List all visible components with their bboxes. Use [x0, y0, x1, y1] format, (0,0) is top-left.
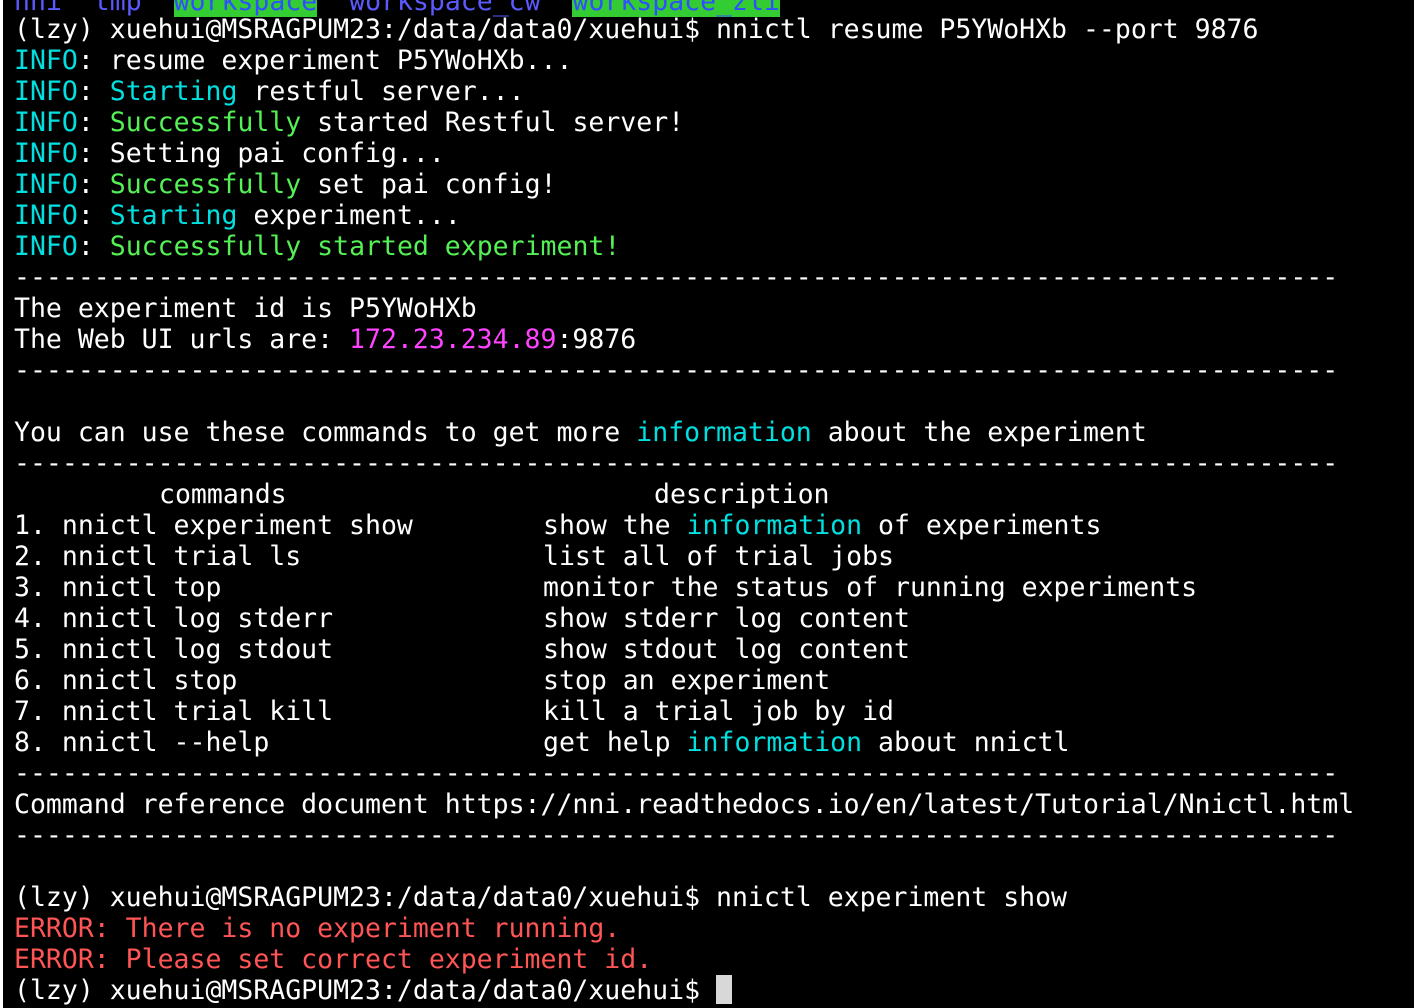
shell-prompt: (lzy) xuehui@MSRAGPUM23:/data/data0/xueh… — [14, 975, 701, 1006]
info-prefix: INFO — [14, 45, 78, 76]
log-line: INFO: Successfully started experiment! — [14, 231, 621, 262]
webui-label: The Web UI urls are: — [14, 324, 350, 355]
command-text: nnictl resume P5YWoHXb --port 9876 — [716, 14, 1259, 45]
shell-prompt: (lzy) xuehui@MSRAGPUM23:/data/data0/xueh… — [14, 14, 701, 45]
command-name: 3. nnictl top — [14, 572, 222, 603]
error-line: ERROR: Please set correct experiment id. — [14, 944, 653, 975]
usage-hint-line: You can use these commands to get more i… — [14, 417, 1147, 448]
header-description: description — [654, 479, 830, 510]
info-prefix: INFO — [14, 169, 78, 200]
info-prefix: INFO — [14, 231, 78, 262]
webui-port: :9876 — [556, 324, 637, 355]
command-name: 7. nnictl trial kill — [14, 696, 334, 727]
log-text: started Restful server! — [301, 107, 685, 138]
log-line: INFO: Starting restful server... — [14, 76, 525, 107]
command-row: 3. nnictl top monitor the status of runni… — [14, 572, 1198, 603]
command-row: 6. nnictl stop stop an experiment — [14, 665, 831, 696]
log-text: resume experiment P5YWoHXb... — [93, 45, 573, 76]
command-line-current[interactable]: (lzy) xuehui@MSRAGPUM23:/data/data0/xueh… — [14, 975, 733, 1006]
success-word: Successfully — [109, 169, 302, 200]
starting-word: Starting — [109, 200, 238, 231]
divider: ----------------------------------------… — [14, 758, 1339, 789]
log-line: INFO: Setting pai config... — [14, 138, 445, 169]
success-word: Successfully — [109, 107, 302, 138]
command-name: 6. nnictl stop — [14, 665, 238, 696]
log-text: Setting pai config... — [93, 138, 445, 169]
experiment-id-line: The experiment id is P5YWoHXb — [14, 293, 477, 324]
info-prefix: INFO — [14, 76, 78, 107]
divider: ----------------------------------------… — [14, 355, 1339, 386]
log-line: INFO: Successfully started Restful serve… — [14, 107, 685, 138]
header-commands: commands — [159, 479, 287, 510]
log-line: INFO: Successfully set pai config! — [14, 169, 557, 200]
shell-prompt: (lzy) xuehui@MSRAGPUM23:/data/data0/xueh… — [14, 882, 701, 913]
command-row: 8. nnictl --help get help information abo… — [14, 727, 1070, 758]
log-text: restful server... — [237, 76, 525, 107]
divider: ----------------------------------------… — [14, 820, 1339, 851]
text-cursor[interactable] — [716, 975, 733, 1004]
command-name: 5. nnictl log stdout — [14, 634, 334, 665]
command-name: 4. nnictl log stderr — [14, 603, 334, 634]
command-row: 5. nnictl log stdout show stdout log cont… — [14, 634, 910, 665]
info-prefix: INFO — [14, 138, 78, 169]
information-word: information — [636, 417, 812, 448]
log-text: experiment... — [237, 200, 461, 231]
command-line-resume: (lzy) xuehui@MSRAGPUM23:/data/data0/xueh… — [14, 14, 1258, 45]
command-name: 1. nnictl experiment show — [14, 510, 413, 541]
command-line-show: (lzy) xuehui@MSRAGPUM23:/data/data0/xueh… — [14, 882, 1067, 913]
command-name: 2. nnictl trial ls — [14, 541, 302, 572]
info-prefix: INFO — [14, 107, 78, 138]
command-name: 8. nnictl --help — [14, 727, 270, 758]
divider: ----------------------------------------… — [14, 262, 1339, 293]
info-prefix: INFO — [14, 200, 78, 231]
command-row: 7. nnictl trial kill kill a trial job by … — [14, 696, 894, 727]
webui-url-line: The Web UI urls are: 172.23.234.89:9876 — [14, 324, 636, 355]
error-line: ERROR: There is no experiment running. — [14, 913, 621, 944]
command-row: 2. nnictl trial ls list all of trial jobs — [14, 541, 894, 572]
command-text: nnictl experiment show — [716, 882, 1068, 913]
terminal-window[interactable]: nni tmp workspace workspace_cw workspace… — [0, 0, 1414, 1008]
divider: ----------------------------------------… — [14, 448, 1339, 479]
webui-ip: 172.23.234.89 — [349, 324, 557, 355]
command-row: 1. nnictl experiment show show the inform… — [14, 510, 1102, 541]
log-line: INFO: Starting experiment... — [14, 200, 461, 231]
reference-doc-line: Command reference document https://nni.r… — [14, 789, 1355, 820]
commands-table-header: commands description — [14, 479, 830, 510]
command-row: 4. nnictl log stderr show stderr log cont… — [14, 603, 910, 634]
log-line: INFO: resume experiment P5YWoHXb... — [14, 45, 573, 76]
log-text: set pai config! — [301, 169, 557, 200]
starting-word: Starting — [109, 76, 238, 107]
success-text: Successfully started experiment! — [109, 231, 621, 262]
